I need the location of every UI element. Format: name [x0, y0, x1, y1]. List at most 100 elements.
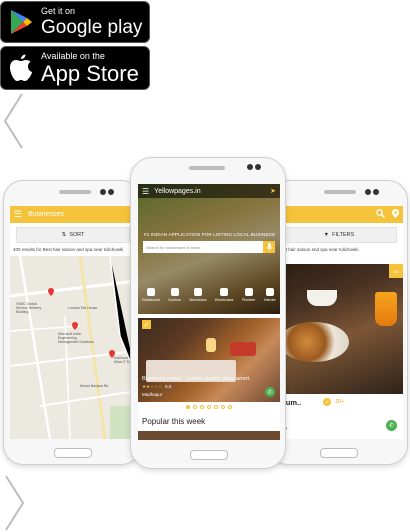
location-pin-icon[interactable]	[392, 209, 399, 220]
search-icon[interactable]	[376, 209, 385, 220]
food-plate	[279, 322, 349, 362]
home-button	[320, 448, 358, 458]
restaurant-icon	[147, 288, 156, 296]
map-view[interactable]: HSBC Global Service Delivery Building Lo…	[10, 256, 136, 439]
menu-icon[interactable]: ☰	[14, 209, 22, 220]
listing-photo[interactable]: Ad	[275, 264, 403, 394]
home-topbar: ☰ Yellowpages.in ➤	[138, 184, 280, 198]
search-placeholder: Search for businesses in India	[146, 244, 200, 250]
phone-businesses: ☰ Businesses ⇅ SORT 400 results for Best…	[3, 180, 141, 465]
phone-speaker	[59, 190, 91, 194]
carousel-dots	[138, 405, 280, 409]
listings-screen: ▼ FILTERS Best hair saloon and spa near …	[275, 206, 403, 439]
phone-camera	[365, 189, 371, 195]
category-label: Hairdre	[263, 298, 276, 302]
google-play-badge[interactable]: Get it on Google play	[0, 1, 150, 43]
category-label: Restaurant	[142, 298, 160, 302]
jd-badge: JD+	[335, 399, 345, 405]
popular-thumbnail-strip[interactable]	[138, 431, 280, 440]
category-electricians[interactable]: Electricians	[215, 288, 233, 302]
category-row: Restaurant Doctors Mechanics Electrician…	[138, 288, 280, 310]
google-play-icon	[1, 2, 41, 42]
listing-info[interactable]: psum.. ✓ JD+ style ✆	[275, 394, 403, 439]
juice-glass	[375, 292, 397, 326]
rating-count: 5.0	[165, 384, 172, 389]
doctor-icon	[170, 288, 179, 296]
businesses-screen: ☰ Businesses ⇅ SORT 400 results for Best…	[10, 206, 136, 439]
section-title: Popular this week	[142, 417, 206, 426]
map-label: HSBC Global Service Delivery Building	[16, 302, 42, 314]
businesses-appbar: ☰ Businesses	[10, 206, 136, 223]
sort-button[interactable]: ⇅ SORT	[16, 227, 130, 243]
filters-button[interactable]: ▼ FILTERS	[281, 227, 397, 243]
phone-camera	[373, 189, 379, 195]
category-mechanics[interactable]: Mechanics	[189, 288, 207, 302]
call-icon[interactable]: ✆	[265, 387, 275, 397]
phone-camera	[255, 164, 261, 170]
google-play-big-text: Google play	[41, 17, 143, 38]
navigation-icon[interactable]: ➤	[270, 187, 276, 195]
app-store-small-text: Available on the	[41, 50, 105, 61]
ad-ribbon: Ad	[389, 264, 403, 278]
category-restaurant[interactable]: Restaurant	[142, 288, 160, 302]
results-count: Best hair saloon and spa near tolichowki	[278, 247, 359, 252]
filter-icon: ▼	[323, 232, 330, 238]
tap-icon	[244, 288, 253, 296]
coffee-cup	[307, 290, 337, 306]
filters-label: FILTERS	[332, 232, 355, 238]
carousel-dot[interactable]	[193, 405, 197, 409]
listing-city: Madhapur	[142, 392, 163, 397]
call-icon[interactable]: ✆	[386, 420, 397, 431]
category-hairdresser[interactable]: Hairdre	[264, 288, 276, 302]
apple-icon	[1, 47, 41, 89]
category-plumber[interactable]: Plumber	[242, 288, 255, 302]
carousel-dot[interactable]	[207, 405, 211, 409]
home-screen: ☰ Yellowpages.in ➤ #1 INDIAN APPLICATION…	[138, 184, 280, 440]
phone-camera	[247, 164, 253, 170]
map-label: Mount Banjara Rd	[80, 384, 109, 388]
featured-listing[interactable]: ✓ Business name . Lorem ipsum dolor amet…	[138, 318, 280, 402]
chevron-right-icon[interactable]	[2, 474, 26, 532]
carousel-dot[interactable]	[186, 405, 190, 409]
carousel-dot[interactable]	[221, 405, 225, 409]
map-label: Microsoft India Engineering Management S…	[58, 332, 94, 344]
phone-camera	[100, 189, 106, 195]
menu-icon[interactable]: ☰	[142, 187, 149, 196]
google-play-small-text: Get it on	[41, 6, 76, 16]
carousel-dot[interactable]	[200, 405, 204, 409]
results-count: 400 results for Best hair saloon and spa…	[13, 247, 124, 252]
map-label: Lonnan Tea House	[68, 306, 98, 310]
phone-home: ☰ Yellowpages.in ➤ #1 INDIAN APPLICATION…	[130, 157, 286, 469]
category-doctors[interactable]: Doctors	[168, 288, 181, 302]
pillow-shape	[230, 342, 256, 356]
microphone-icon[interactable]	[263, 241, 275, 253]
category-label: Electricians	[215, 298, 234, 302]
phone-listings: ▼ FILTERS Best hair saloon and spa near …	[268, 180, 408, 465]
chevron-left-icon[interactable]	[2, 92, 26, 150]
map-pin-icon[interactable]	[48, 288, 54, 296]
category-label: Mechanics	[189, 298, 207, 302]
wrench-icon	[193, 288, 202, 296]
sort-label: SORT	[69, 232, 85, 238]
carousel-dot[interactable]	[228, 405, 232, 409]
home-button	[54, 448, 92, 458]
app-store-badge[interactable]: Available on the App Store	[0, 46, 150, 90]
listing-name: Business name . Lorem ipsum dolor amet.	[142, 376, 251, 382]
star-icons: ★★☆☆☆	[142, 384, 163, 389]
phone-speaker	[324, 190, 356, 194]
plug-icon	[220, 288, 229, 296]
map-pin-icon[interactable]	[72, 322, 78, 330]
listing-rating: ★★☆☆☆ 5.0	[142, 384, 171, 390]
appbar-title: Businesses	[28, 211, 64, 218]
listings-appbar	[275, 206, 403, 223]
carousel-dot[interactable]	[214, 405, 218, 409]
app-title: Yellowpages.in	[154, 187, 201, 195]
tagline: #1 INDIAN APPLICATION FOR LISTING LOCAL …	[144, 232, 276, 237]
sort-icon: ⇅	[61, 232, 67, 238]
verified-check-icon: ✓	[323, 398, 331, 406]
search-input[interactable]: Search for businesses in India	[143, 241, 275, 253]
lamp-shape	[206, 338, 216, 352]
phone-camera	[108, 189, 114, 195]
verified-check-icon: ✓	[142, 320, 151, 329]
scissors-icon	[265, 288, 274, 296]
